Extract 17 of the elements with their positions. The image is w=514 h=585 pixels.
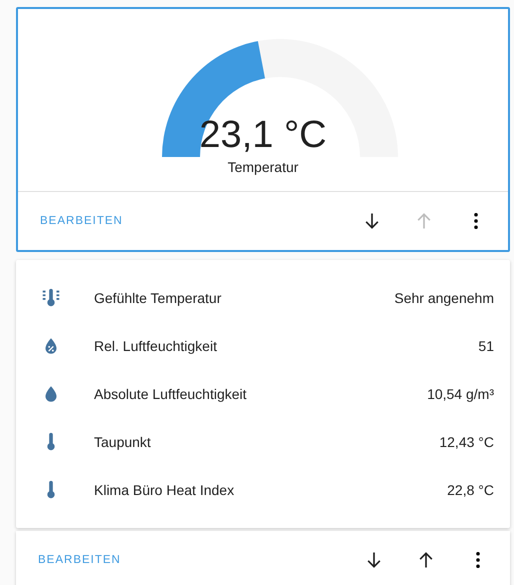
entity-state: 12,43 °C [439,434,494,450]
edit-button[interactable]: BEARBEITEN [38,550,121,570]
more-vertical-icon [474,213,478,229]
entity-name: Rel. Luftfeuchtigkeit [94,338,218,354]
entity-name: Klima Büro Heat Index [94,482,236,498]
entity-name: Taupunkt [94,434,152,450]
entity-name: Gefühlte Temperatur [94,290,222,306]
gauge-label: Temperatur [228,159,298,175]
entity-state: 10,54 g/m³ [427,386,494,402]
entity-state: 22,8 °C [447,482,494,498]
entity-state: Sehr angenehm [394,290,494,306]
thermometer-lines-icon [40,287,62,309]
more-vertical-icon [476,552,480,568]
entity-state: 51 [478,338,494,354]
edit-button[interactable]: BEARBEITEN [40,211,123,231]
gauge-value: 23,1 °C [199,113,327,157]
entity-name: Absolute Luftfeuchtigkeit [94,386,248,402]
